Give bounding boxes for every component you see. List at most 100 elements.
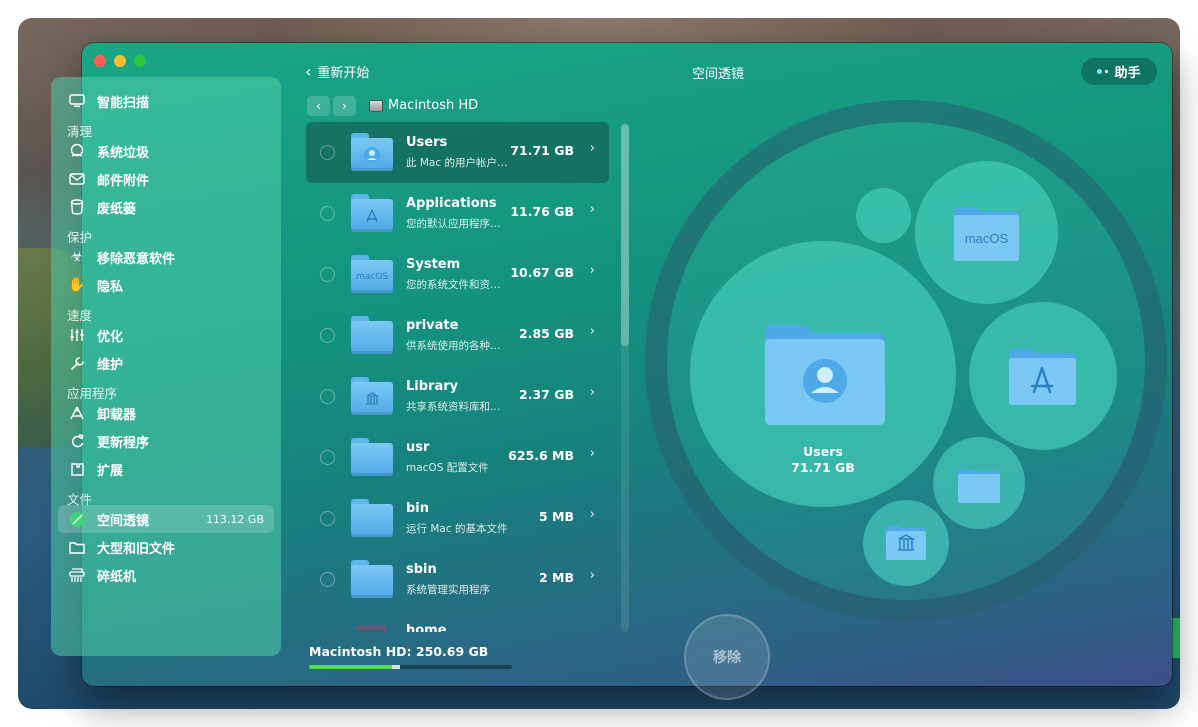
select-checkbox[interactable] [320, 389, 335, 404]
sidebar-item-label: 邮件附件 [97, 173, 150, 189]
minimize-button[interactable] [114, 55, 126, 67]
storage-bar [309, 665, 512, 669]
file-description: 共享系统资料库和… [406, 401, 501, 413]
chevron-right-icon[interactable]: › [590, 446, 595, 461]
sidebar-item-space-lens[interactable]: 空间透镜 113.12 GB [58, 505, 274, 533]
assistant-icon [1097, 69, 1109, 74]
traffic-lights [94, 55, 146, 67]
storage-bar-selected [392, 665, 400, 669]
envelope-icon [67, 169, 87, 189]
sidebar-item-label: 系统垃圾 [97, 145, 150, 161]
chevron-right-icon[interactable]: › [590, 141, 595, 156]
biohazard-icon: ☣ [70, 249, 84, 265]
file-list: Users 此 Mac 的用户帐户… 71.71 GB › Applications 您的… [306, 122, 609, 632]
monitor-icon [67, 91, 87, 111]
remove-button[interactable]: 移除 [684, 614, 770, 700]
private-folder-icon [957, 468, 1001, 503]
zoom-button[interactable] [134, 55, 146, 67]
space-lens-size: 113.12 GB [205, 512, 264, 526]
file-size: 625.6 MB [508, 448, 574, 463]
bubble-users-name: Users [803, 444, 843, 459]
file-description: 您的系统文件和资… [406, 279, 501, 291]
chevron-right-icon[interactable]: › [590, 202, 595, 217]
sidebar-item-extensions[interactable]: 扩展 [51, 455, 281, 483]
sidebar-item-updater[interactable]: 更新程序 [51, 427, 281, 455]
sidebar-item-trash[interactable]: 废纸篓 [51, 193, 281, 221]
sidebar-item-maintenance[interactable]: 维护 [51, 349, 281, 377]
file-description: 您的默认应用程序… [406, 218, 501, 230]
sliders-icon [67, 325, 87, 345]
chevron-right-icon[interactable]: › [590, 507, 595, 522]
bubble-users[interactable]: Users 71.71 GB [690, 241, 956, 507]
sidebar-section-title: 速度 [67, 308, 93, 323]
file-row-users[interactable]: Users 此 Mac 的用户帐户… 71.71 GB › [306, 122, 609, 183]
macos-folder-glyph: macOS [965, 231, 1009, 246]
nav-forward-button[interactable]: › [333, 96, 356, 116]
assistant-button[interactable]: 助手 [1081, 58, 1157, 85]
update-icon [67, 431, 87, 451]
sidebar-item-uninstaller[interactable]: 卸载器 [51, 399, 281, 427]
sidebar-item-shredder[interactable]: 碎纸机 [51, 561, 281, 589]
bubble-system[interactable]: macOS [915, 161, 1058, 304]
chevron-right-icon[interactable]: › [590, 568, 595, 583]
sidebar-item-smart-scan[interactable]: 智能扫描 [51, 87, 281, 115]
file-size: 11.76 GB [510, 204, 574, 219]
select-checkbox[interactable] [320, 328, 335, 343]
select-checkbox[interactable] [320, 450, 335, 465]
folder-icon [351, 133, 393, 171]
bubble-library[interactable] [863, 500, 949, 586]
chevron-right-icon[interactable]: › [590, 324, 595, 339]
close-button[interactable] [94, 55, 106, 67]
sidebar-section-title: 文件 [67, 492, 93, 507]
sidebar-item-label: 维护 [97, 357, 124, 373]
storage-bar-fill [309, 665, 392, 669]
sidebar-item-malware-removal[interactable]: ☣ 移除恶意软件 [51, 243, 281, 271]
bubble-small[interactable] [856, 188, 911, 243]
sidebar-section-title: 应用程序 [67, 386, 118, 401]
sidebar-item-mail-attachments[interactable]: 邮件附件 [51, 165, 281, 193]
sidebar-item-large-old-files[interactable]: 大型和旧文件 [51, 533, 281, 561]
sidebar-item-privacy[interactable]: ✋ 隐私 [51, 271, 281, 299]
select-checkbox[interactable] [320, 206, 335, 221]
file-row-system[interactable]: macOS System 您的系统文件和资… 10.67 GB › [306, 244, 609, 305]
chevron-right-icon[interactable]: › [590, 263, 595, 278]
file-row-home[interactable]: home [306, 610, 609, 632]
file-row-library[interactable]: Library 共享系统资料库和… 2.37 GB › [306, 366, 609, 427]
trash-icon [67, 197, 87, 217]
sidebar-item-label: 废纸篓 [97, 201, 137, 217]
sidebar-item-label: 移除恶意软件 [97, 251, 176, 267]
file-name: private [406, 318, 459, 333]
scrollbar[interactable] [621, 124, 629, 632]
file-description: macOS 配置文件 [406, 462, 489, 474]
select-checkbox[interactable] [320, 267, 335, 282]
sidebar-item-label: 隐私 [97, 279, 124, 295]
shredder-icon [67, 565, 87, 585]
file-description: 此 Mac 的用户帐户… [406, 157, 508, 169]
sidebar-item-system-junk[interactable]: 系统垃圾 [51, 137, 281, 165]
file-row-usr[interactable]: usr macOS 配置文件 625.6 MB › [306, 427, 609, 488]
select-checkbox[interactable] [320, 511, 335, 526]
chevron-right-icon[interactable]: › [590, 385, 595, 400]
select-checkbox[interactable] [320, 145, 335, 160]
file-row-applications[interactable]: Applications 您的默认应用程序… 11.76 GB › [306, 183, 609, 244]
sidebar-section-title: 清理 [67, 124, 93, 139]
sidebar: 智能扫描 清理 系统垃圾 邮件附件 废纸篓 保护 ☣ 移除恶意软件 ✋ 隐私 速… [51, 77, 281, 656]
file-row-private[interactable]: private 供系统使用的各种… 2.85 GB › [306, 305, 609, 366]
sidebar-item-optimization[interactable]: 优化 [51, 321, 281, 349]
globe-hand-icon [67, 141, 87, 161]
file-row-bin[interactable]: bin 运行 Mac 的基本文件 5 MB › [306, 488, 609, 549]
nav-back-button[interactable]: ‹ [307, 96, 330, 116]
scrollbar-thumb[interactable] [621, 124, 629, 346]
file-row-sbin[interactable]: sbin 系统管理实用程序 2 MB › [306, 549, 609, 610]
select-checkbox[interactable] [320, 572, 335, 587]
bubble-private[interactable] [933, 437, 1025, 529]
space-lens-bubbles: Users 71.71 GB macOS [645, 100, 1170, 625]
file-size: 71.71 GB [510, 143, 574, 158]
bubble-applications[interactable] [969, 302, 1117, 450]
file-name: Library [406, 379, 459, 394]
folder-icon [351, 560, 393, 598]
file-name: Applications [406, 196, 497, 211]
start-over-label: 重新开始 [317, 66, 370, 81]
sidebar-item-label: 更新程序 [97, 435, 150, 451]
start-over-button[interactable]: ‹ 重新开始 [305, 62, 369, 81]
